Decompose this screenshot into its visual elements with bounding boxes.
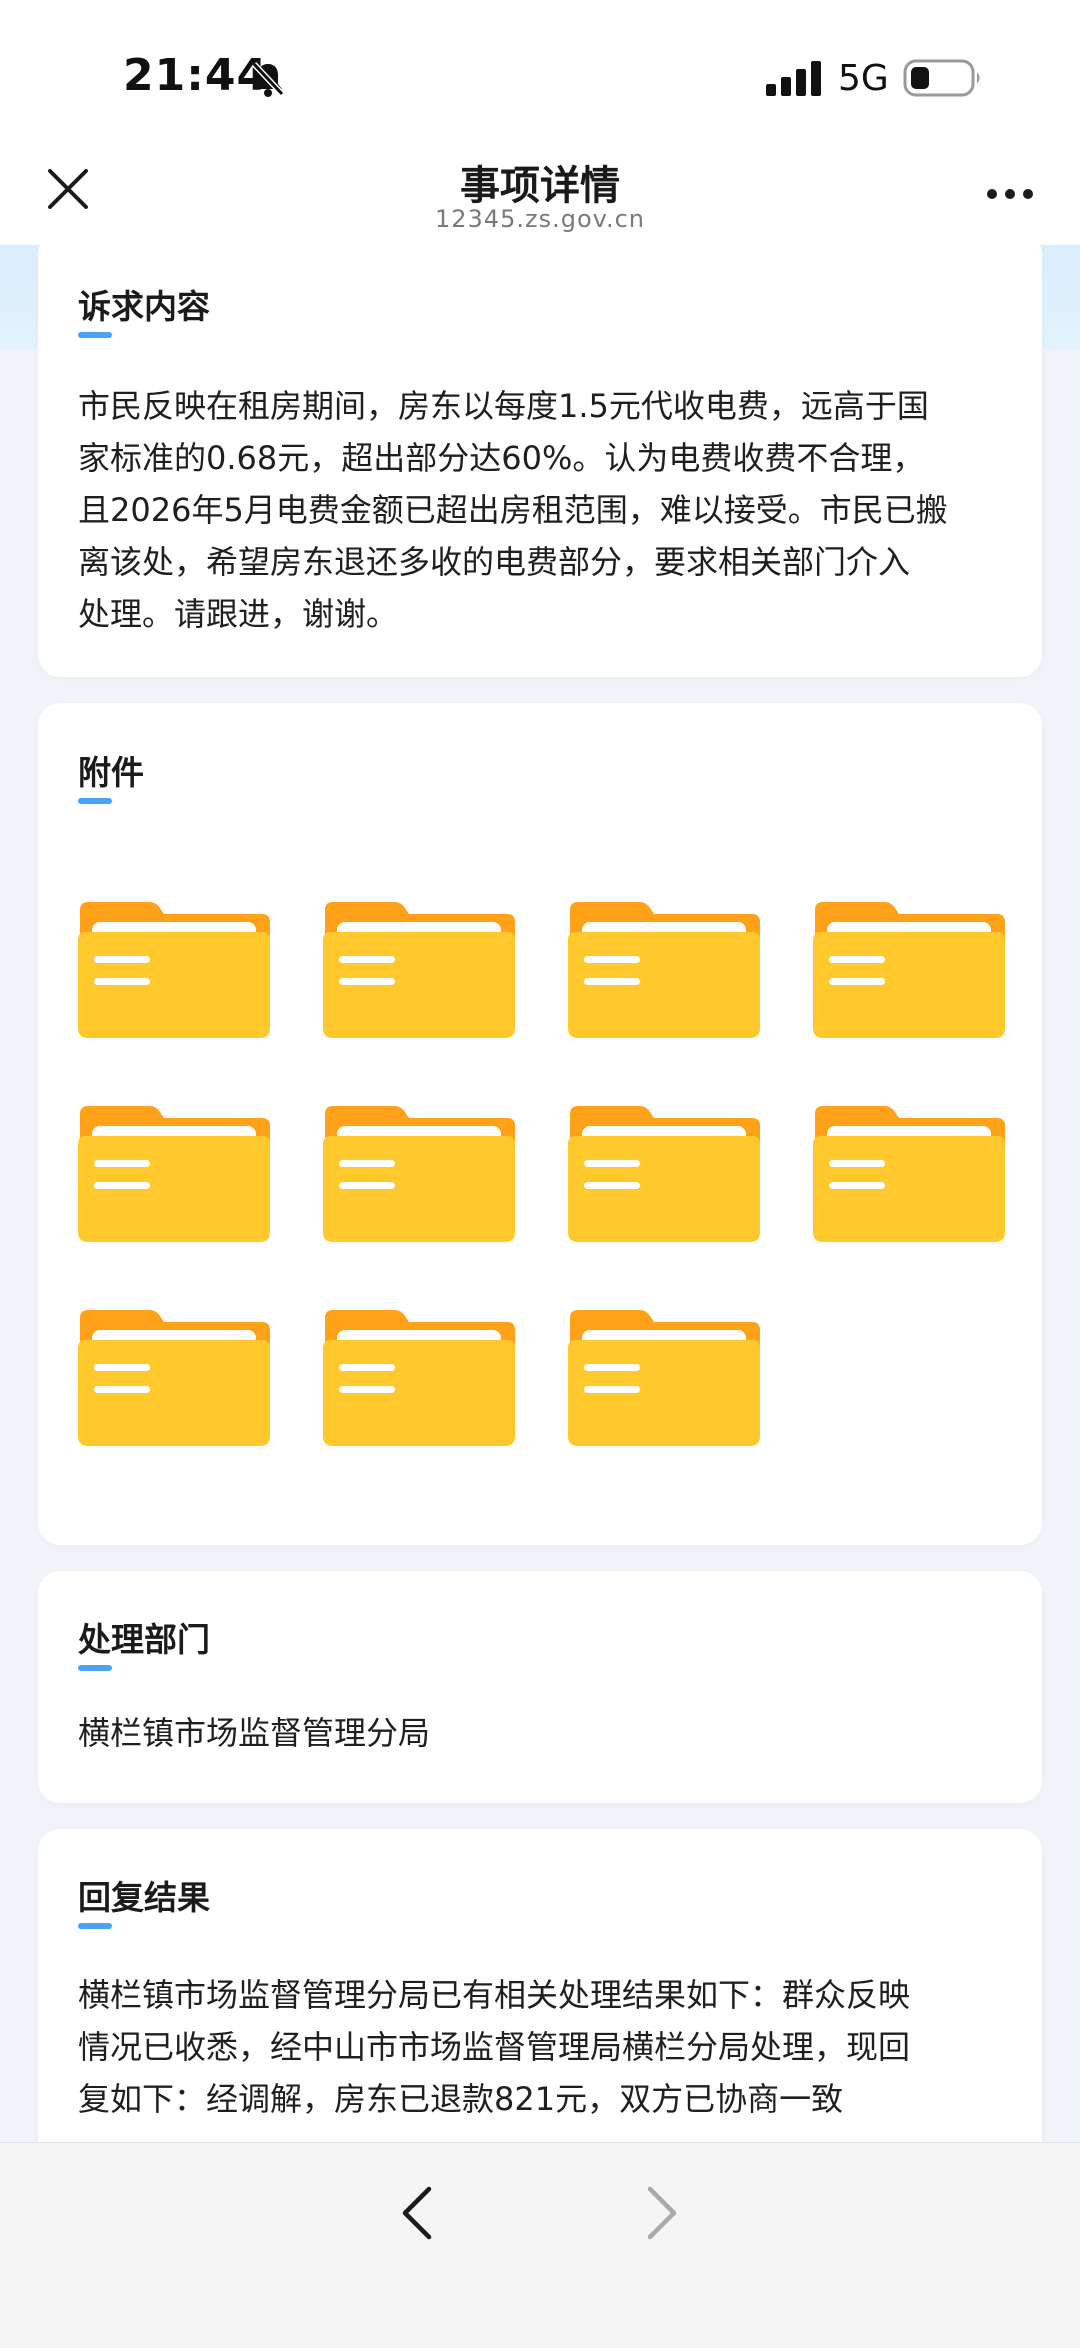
appeal-line: 处理。请跟进，谢谢。 <box>78 595 399 633</box>
folder-icon[interactable] <box>566 900 762 1040</box>
battery-icon <box>903 59 980 97</box>
folder-icon[interactable] <box>321 1308 517 1448</box>
appeal-line: 市民反映在租房期间，房东以每度1.5元代收电费，远高于国 <box>78 387 929 425</box>
folder-icon[interactable] <box>76 1104 272 1244</box>
chevron-left-icon[interactable] <box>395 2183 439 2243</box>
bottom-navigation-bar <box>0 2142 1080 2348</box>
folder-icon[interactable] <box>76 900 272 1040</box>
folder-icon[interactable] <box>76 1308 272 1448</box>
attachments-title: 附件 <box>78 753 144 792</box>
attachments-card: 附件 <box>38 703 1042 1545</box>
appeal-line: 离该处，希望房东退还多收的电费部分，要求相关部门介入 <box>78 543 911 581</box>
reply-line: 复如下：经调解，房东已退款821元，双方已协商一致 <box>78 2080 844 2118</box>
department-name: 横栏镇市场监督管理分局 <box>78 1714 431 1752</box>
reply-title: 回复结果 <box>78 1878 210 1917</box>
department-title: 处理部门 <box>78 1620 210 1659</box>
title-underline <box>78 1923 112 1929</box>
appeal-text: 市民反映在租房期间，房东以每度1.5元代收电费，远高于国 家标准的0.68元，超… <box>78 380 1038 640</box>
navigation-bar: 事项详情 12345.zs.gov.cn <box>0 145 1080 246</box>
reply-line: 横栏镇市场监督管理分局已有相关处理结果如下：群众反映 <box>78 1976 911 2014</box>
muted-bell-icon <box>251 61 285 97</box>
network-type: 5G <box>838 58 889 99</box>
folder-icon[interactable] <box>811 900 1007 1040</box>
status-bar: 21:44 5G <box>0 0 1080 145</box>
appeal-line: 家标准的0.68元，超出部分达60%。认为电费收费不合理， <box>78 439 925 477</box>
page-title: 事项详情 <box>460 163 620 209</box>
folder-icon[interactable] <box>321 1104 517 1244</box>
chevron-right-icon[interactable] <box>640 2183 684 2243</box>
title-underline <box>78 1665 112 1671</box>
more-options-icon[interactable] <box>985 187 1035 201</box>
folder-icon[interactable] <box>566 1308 762 1448</box>
folder-icon[interactable] <box>566 1104 762 1244</box>
reply-text: 横栏镇市场监督管理分局已有相关处理结果如下：群众反映 情况已收悉，经中山市市场监… <box>78 1969 1038 2125</box>
title-underline <box>78 332 112 338</box>
reply-line: 情况已收悉，经中山市市场监督管理局横栏分局处理，现回 <box>78 2028 911 2066</box>
appeal-line: 且2026年5月电费金额已超出房租范围，难以接受。市民已搬 <box>78 491 948 529</box>
department-card: 处理部门 横栏镇市场监督管理分局 <box>38 1571 1042 1803</box>
folder-icon[interactable] <box>811 1104 1007 1244</box>
title-underline <box>78 798 112 804</box>
page-domain: 12345.zs.gov.cn <box>435 205 645 233</box>
signal-icon <box>766 61 821 96</box>
appeal-title: 诉求内容 <box>78 287 210 326</box>
folder-icon[interactable] <box>321 900 517 1040</box>
appeal-card: 诉求内容 市民反映在租房期间，房东以每度1.5元代收电费，远高于国 家标准的0.… <box>38 232 1042 677</box>
status-time: 21:44 <box>123 50 269 101</box>
